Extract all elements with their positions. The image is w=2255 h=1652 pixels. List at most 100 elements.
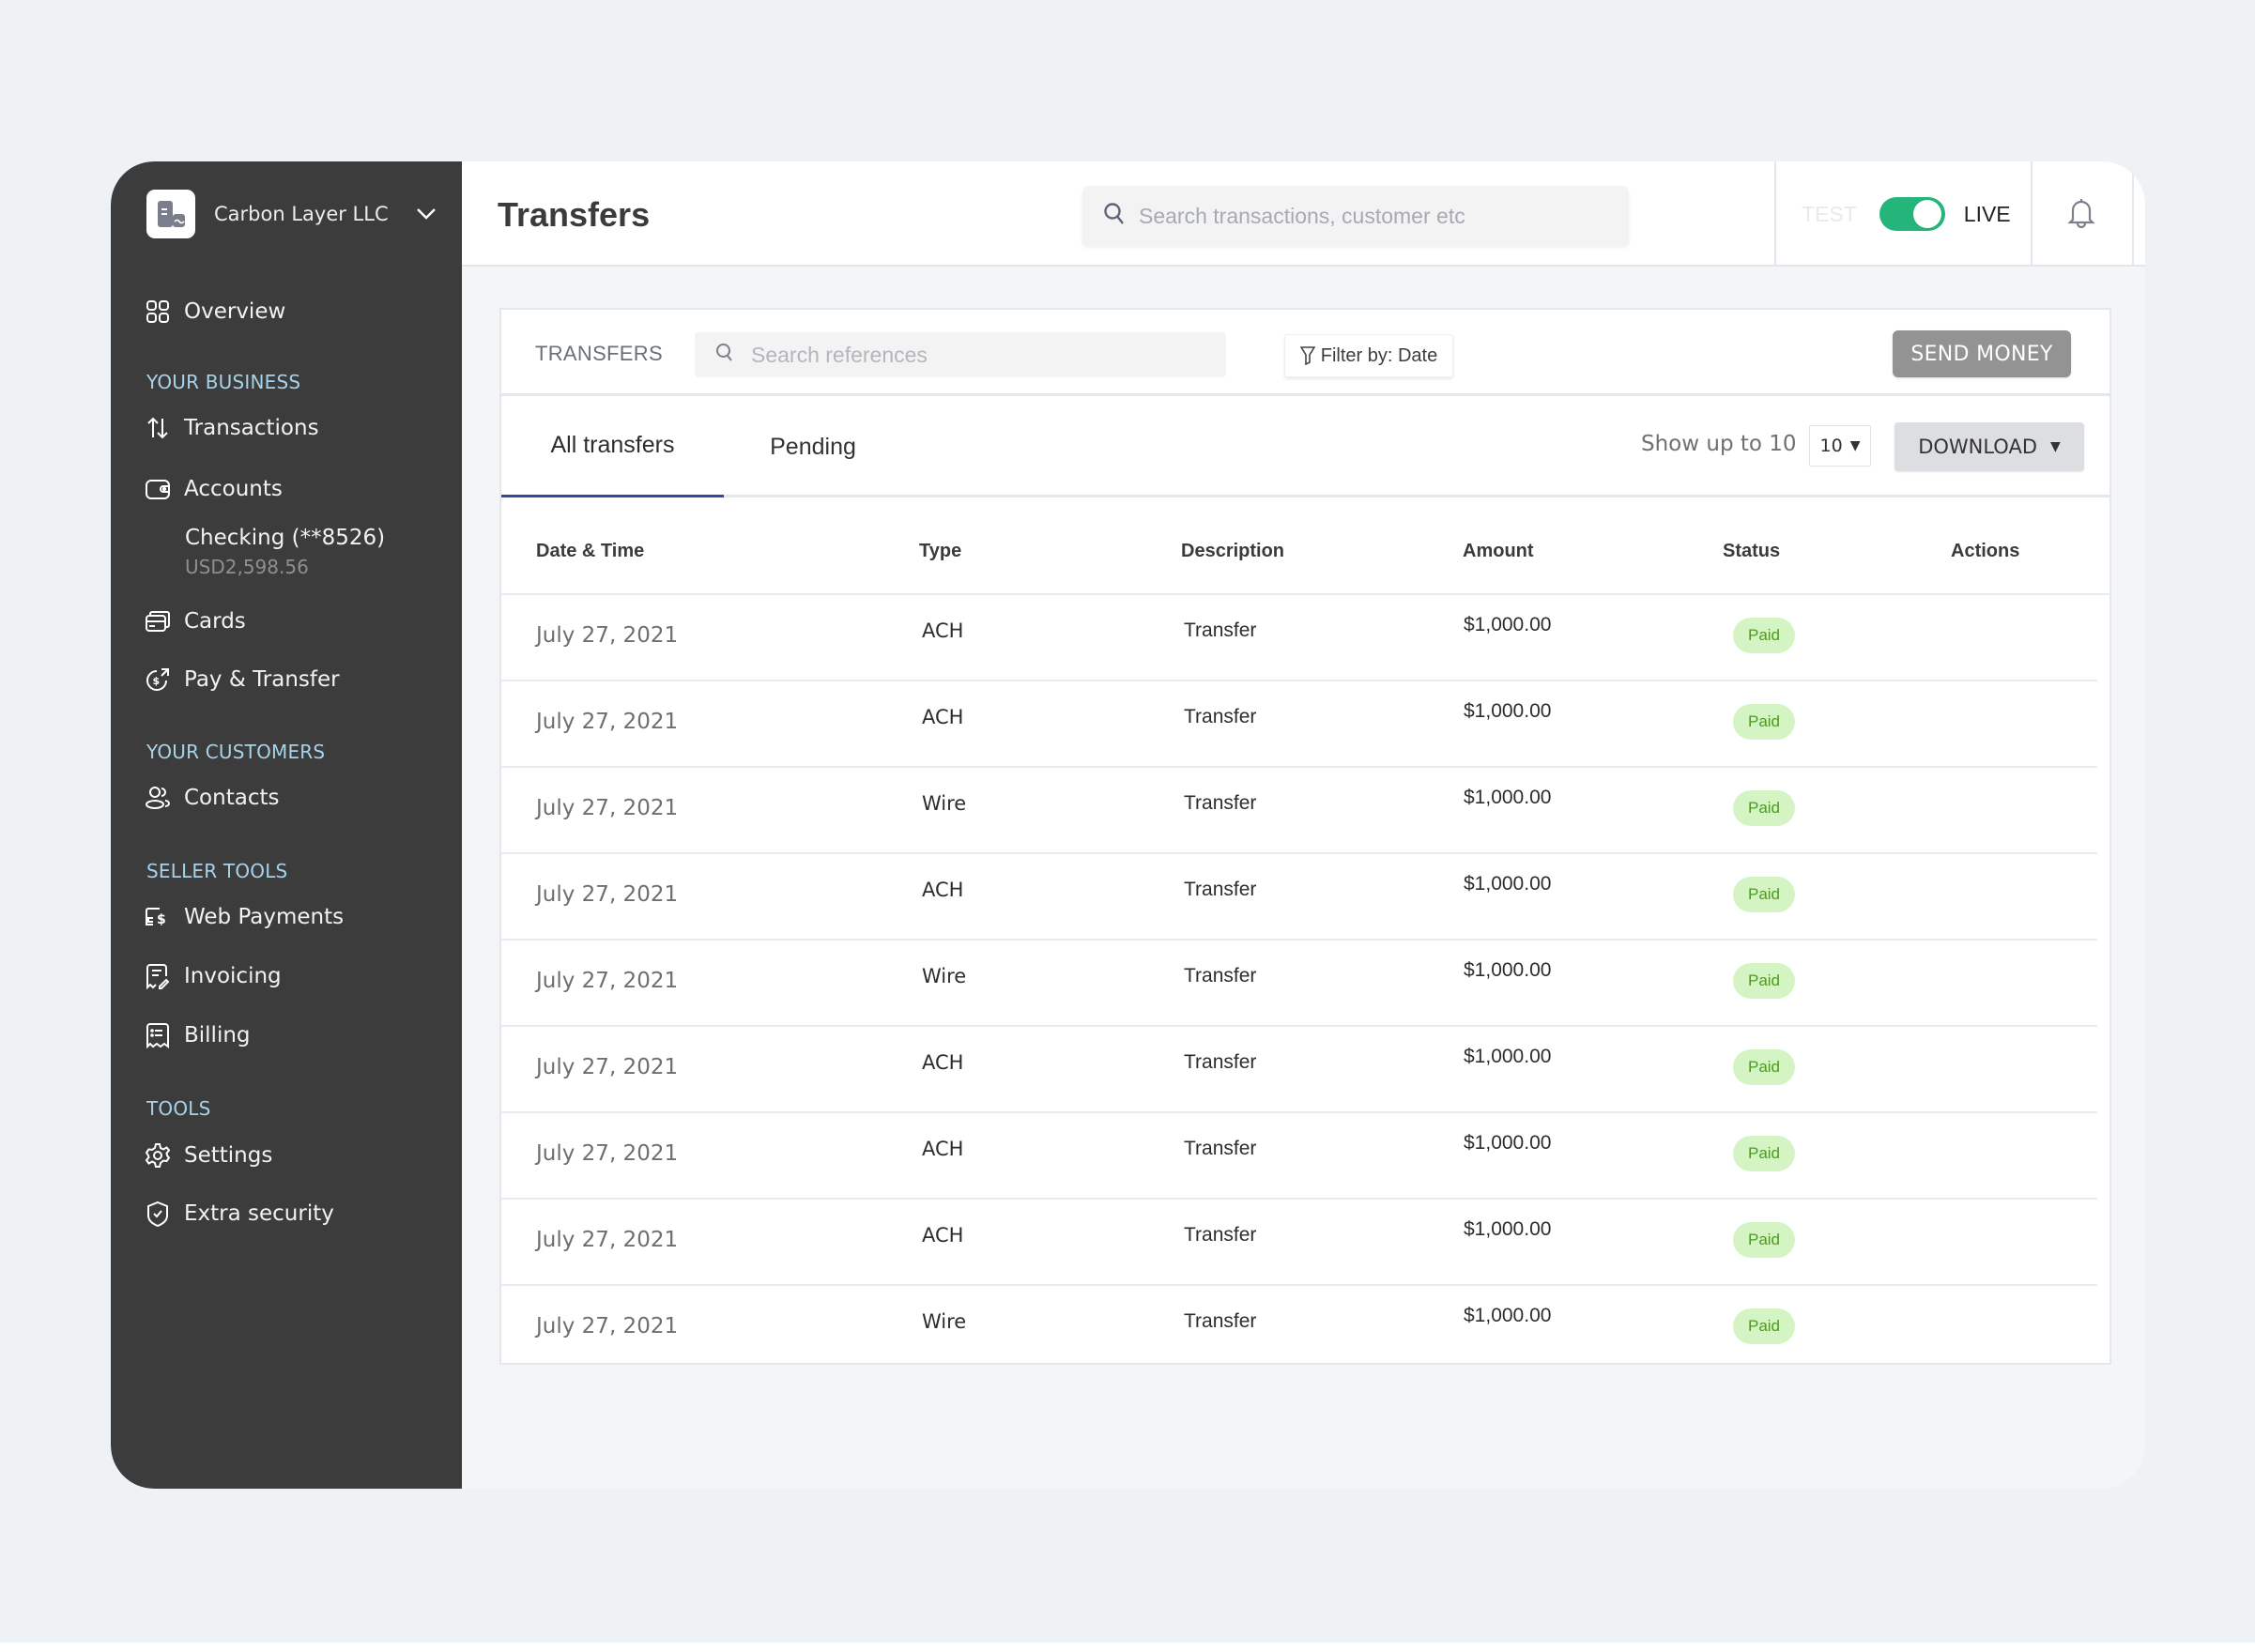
org-switcher[interactable]: Carbon Layer LLC	[146, 190, 437, 238]
cell-description: Transfer	[1184, 965, 1257, 987]
column-header-status[interactable]: Status	[1723, 541, 1780, 562]
cell-date: July 27, 2021	[536, 1314, 679, 1338]
tab-pending[interactable]: Pending	[724, 396, 902, 497]
cell-description: Transfer	[1184, 792, 1257, 814]
reference-search-input[interactable]	[751, 342, 1202, 368]
sidebar-item-billing[interactable]: Billing	[145, 1017, 251, 1054]
status-badge: Paid	[1733, 790, 1795, 826]
status-badge: Paid	[1733, 704, 1795, 740]
app-window: Carbon Layer LLC Overview YOUR BUSINESS …	[111, 161, 2145, 1489]
table-row[interactable]: July 27, 2021 ACH Transfer $1,000.00 Paid	[501, 1200, 2097, 1286]
sidebar-item-label: Web Payments	[184, 905, 345, 929]
sidebar-item-transactions[interactable]: Transactions	[145, 409, 319, 447]
sidebar-item-label: Billing	[184, 1023, 251, 1048]
top-header: Transfers TEST LIVE	[462, 161, 2145, 267]
sidebar-item-label: Transactions	[184, 416, 319, 440]
filter-icon	[1299, 346, 1315, 365]
column-header-type[interactable]: Type	[919, 541, 961, 562]
column-header-amount[interactable]: Amount	[1463, 541, 1534, 562]
send-money-button[interactable]: SEND MONEY	[1893, 330, 2071, 377]
notifications-button[interactable]	[2063, 195, 2100, 233]
cell-type: Wire	[922, 965, 967, 987]
account-checking[interactable]: Checking (**8526) USD2,598.56	[185, 526, 385, 578]
download-button[interactable]: DOWNLOAD ▼	[1895, 422, 2084, 471]
table-row[interactable]: July 27, 2021 Wire Transfer $1,000.00 Paid	[501, 941, 2097, 1027]
column-header-date[interactable]: Date & Time	[536, 541, 644, 562]
transfers-panel: TRANSFERS Filter by: Date SEND MONEY All…	[499, 308, 2111, 1365]
reference-search[interactable]	[695, 332, 1226, 377]
live-mode-toggle[interactable]	[1879, 197, 1945, 231]
cell-type: ACH	[922, 1051, 964, 1074]
table-row[interactable]: July 27, 2021 ACH Transfer $1,000.00 Paid	[501, 1113, 2097, 1200]
panel-title: TRANSFERS	[535, 342, 663, 365]
sidebar-item-settings[interactable]: Settings	[145, 1137, 272, 1174]
sidebar-item-overview[interactable]: Overview	[145, 293, 285, 330]
invoice-icon	[145, 963, 171, 989]
status-badge: Paid	[1733, 618, 1795, 653]
sidebar-item-label: Extra security	[184, 1201, 334, 1226]
header-divider	[1774, 161, 1776, 267]
status-badge: Paid	[1733, 1049, 1795, 1085]
svg-text:$: $	[157, 912, 166, 927]
chevron-down-icon[interactable]	[415, 203, 437, 225]
search-icon	[715, 343, 734, 367]
cell-amount: $1,000.00	[1464, 787, 1552, 808]
cell-date: July 27, 2021	[536, 623, 679, 648]
svg-text:$: $	[153, 675, 161, 687]
page-size-select[interactable]: 10 ▼	[1809, 425, 1871, 467]
column-header-description[interactable]: Description	[1181, 541, 1284, 562]
table-row[interactable]: July 27, 2021 ACH Transfer $1,000.00 Paid	[501, 681, 2097, 768]
cell-date: July 27, 2021	[536, 882, 679, 907]
transfers-table-body: July 27, 2021 ACH Transfer $1,000.00 Paid Jul…	[501, 595, 2097, 1372]
sidebar-item-invoicing[interactable]: Invoicing	[145, 957, 282, 995]
sidebar-item-web-payments[interactable]: $ Web Payments	[145, 898, 344, 936]
cell-date: July 27, 2021	[536, 1141, 679, 1166]
cell-amount: $1,000.00	[1464, 873, 1552, 895]
sidebar-item-pay-transfer[interactable]: $ Pay & Transfer	[145, 661, 340, 698]
toggle-knob	[1912, 200, 1941, 228]
transfer-tabs: All transfers Pending Show up to 10 10 ▼…	[501, 396, 2109, 497]
cards-icon	[145, 608, 171, 635]
wallet-icon	[145, 476, 171, 502]
sidebar-item-accounts[interactable]: Accounts	[145, 470, 283, 508]
status-badge: Paid	[1733, 1136, 1795, 1171]
sidebar-item-label: Settings	[184, 1143, 273, 1168]
filter-by-date-button[interactable]: Filter by: Date	[1284, 334, 1453, 377]
table-row[interactable]: July 27, 2021 Wire Transfer $1,000.00 Paid	[501, 1286, 2097, 1372]
cell-type: ACH	[922, 706, 964, 728]
global-search-input[interactable]	[1139, 203, 1608, 229]
tab-all-transfers[interactable]: All transfers	[501, 396, 724, 497]
cell-amount: $1,000.00	[1464, 1218, 1552, 1240]
arrows-up-down-icon	[145, 415, 171, 441]
header-divider	[2031, 161, 2033, 267]
status-badge: Paid	[1733, 963, 1795, 999]
sidebar-item-extra-security[interactable]: Extra security	[145, 1195, 334, 1232]
cell-amount: $1,000.00	[1464, 959, 1552, 981]
mode-switch: TEST LIVE	[1802, 161, 2011, 267]
table-row[interactable]: July 27, 2021 ACH Transfer $1,000.00 Paid	[501, 1027, 2097, 1113]
caret-down-icon: ▼	[2050, 439, 2061, 454]
global-search[interactable]	[1082, 186, 1629, 246]
sidebar-item-label: Contacts	[184, 786, 280, 810]
cell-type: Wire	[922, 792, 967, 815]
section-your-customers: YOUR CUSTOMERS	[146, 741, 326, 763]
cell-amount: $1,000.00	[1464, 700, 1552, 722]
cell-date: July 27, 2021	[536, 1228, 679, 1252]
sidebar-item-cards[interactable]: Cards	[145, 603, 246, 640]
cell-type: Wire	[922, 1310, 967, 1333]
cell-description: Transfer	[1184, 706, 1257, 727]
show-up-to-label: Show up to 10	[1641, 432, 1797, 456]
cell-type: ACH	[922, 1138, 964, 1160]
cell-amount: $1,000.00	[1464, 1305, 1552, 1326]
sidebar-item-label: Accounts	[184, 477, 283, 501]
cell-description: Transfer	[1184, 879, 1257, 900]
section-tools: TOOLS	[146, 1097, 211, 1120]
table-row[interactable]: July 27, 2021 ACH Transfer $1,000.00 Paid	[501, 854, 2097, 941]
status-badge: Paid	[1733, 877, 1795, 912]
page-bottom-strip	[0, 1643, 2255, 1652]
receipt-icon	[145, 1022, 171, 1048]
table-row[interactable]: July 27, 2021 Wire Transfer $1,000.00 Paid	[501, 768, 2097, 854]
sidebar-item-contacts[interactable]: Contacts	[145, 779, 279, 817]
table-row[interactable]: July 27, 2021 ACH Transfer $1,000.00 Paid	[501, 595, 2097, 681]
column-header-actions: Actions	[1951, 541, 2020, 561]
